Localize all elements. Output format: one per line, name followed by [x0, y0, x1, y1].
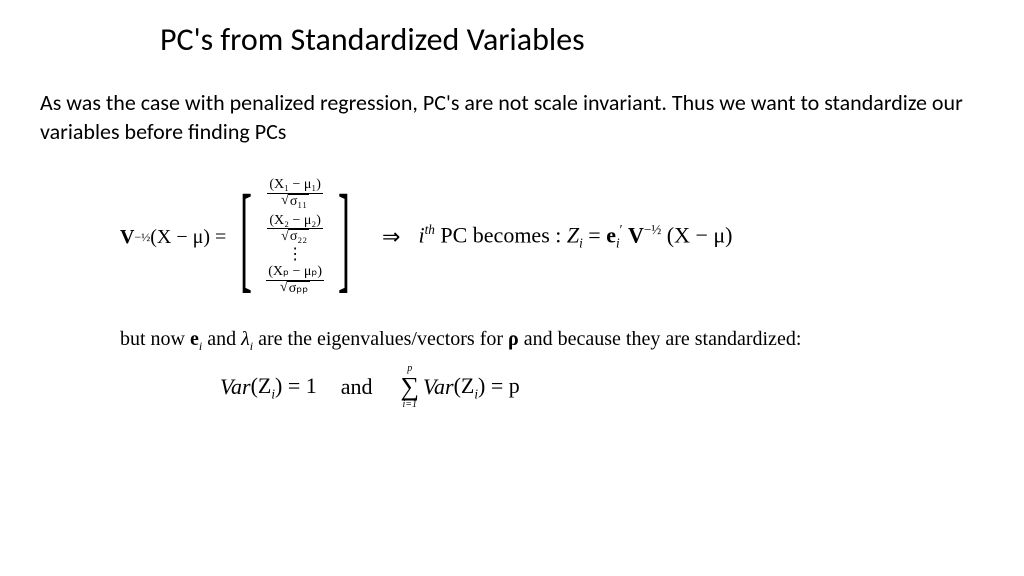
vecp-den: σₚₚ	[278, 281, 312, 297]
vec1-den: σ₁₁	[279, 194, 311, 210]
th-sup: th	[425, 222, 435, 237]
becomes-text: PC becomes :	[440, 223, 567, 248]
v-exp-rhs: −½	[644, 222, 661, 237]
note-rho: ρ	[508, 328, 519, 350]
note-lambda-sub: i	[250, 339, 253, 353]
vec2-den: σ₂₂	[279, 229, 311, 245]
note-line: but now ei and λi are the eigenvalues/ve…	[120, 328, 984, 354]
and-text: and	[341, 374, 373, 400]
var1-z: (Zi) = 1	[251, 373, 317, 402]
v-symbol-rhs: V	[628, 223, 644, 248]
right-bracket: ]	[338, 177, 350, 297]
e-sub: i	[616, 236, 620, 251]
z-sub: i	[579, 236, 583, 251]
sigma-symbol: ∑	[401, 374, 420, 400]
e-prime: ′	[620, 222, 623, 237]
z-symbol: Z	[567, 223, 579, 248]
note-tail: and because they are standardized:	[524, 328, 802, 350]
var2-z-open: (Z	[454, 373, 475, 398]
summation: p ∑ i=1	[401, 364, 420, 410]
var2-z: (Zi) = p	[454, 373, 520, 402]
var1-z-open: (Z	[251, 373, 272, 398]
var1: Var	[220, 374, 251, 400]
variance-line: Var (Zi) = 1 and p ∑ i=1 Var (Zi) = p	[220, 364, 984, 410]
vecp-num: (Xₚ − μₚ)	[266, 265, 324, 281]
eq-sign: =	[588, 223, 606, 248]
vecp-den-inner: σₚₚ	[287, 281, 311, 297]
vec1-den-inner: σ₁₁	[288, 194, 309, 210]
note-rest: are the eigenvalues/vectors for	[258, 328, 508, 350]
page-title: PC's from Standardized Variables	[160, 20, 984, 59]
implies-arrow: ⇒	[382, 224, 400, 250]
v-symbol: V	[120, 226, 134, 249]
var1-close: ) = 1	[275, 373, 317, 398]
vector-entries: (X₁ − μ₁) σ₁₁ (X₂ − μ₂) σ₂₂ ⋮ (Xₚ − μₚ) …	[266, 176, 324, 298]
var2-close: ) = p	[478, 373, 520, 398]
body-text: As was the case with penalized regressio…	[40, 89, 984, 146]
vec-entry-1: (X₁ − μ₁) σ₁₁	[267, 178, 323, 209]
var2: Var	[423, 374, 454, 400]
vdots: ⋮	[287, 247, 303, 263]
sum-bot: i=1	[403, 400, 418, 410]
note-e-sub: i	[199, 339, 202, 353]
vec2-num: (X₂ − μ₂)	[267, 214, 323, 230]
note-lambda: λ	[241, 328, 250, 350]
main-equation: V−½ (X − μ) = [ (X₁ − μ₁) σ₁₁ (X₂ − μ₂) …	[120, 176, 984, 298]
left-bracket: [	[240, 177, 252, 297]
e-vec: e	[606, 223, 616, 248]
vec1-num: (X₁ − μ₁)	[267, 178, 323, 194]
note-e: e	[190, 328, 199, 350]
vec-entry-p: (Xₚ − μₚ) σₚₚ	[266, 265, 324, 296]
x-mu: (X − μ) =	[150, 226, 226, 249]
vec2-den-inner: σ₂₂	[288, 229, 309, 245]
slide: PC's from Standardized Variables As was …	[0, 0, 1024, 430]
lhs: V−½ (X − μ) =	[120, 226, 226, 249]
vec-entry-2: (X₂ − μ₂) σ₂₂	[267, 214, 323, 245]
note-and1: and	[207, 328, 241, 350]
rhs: ith PC becomes : Zi = ei′ V−½ (X − μ)	[418, 222, 732, 252]
x-mu-rhs: (X − μ)	[667, 223, 733, 248]
v-exp: −½	[134, 230, 150, 245]
note-pre: but now	[120, 328, 190, 350]
